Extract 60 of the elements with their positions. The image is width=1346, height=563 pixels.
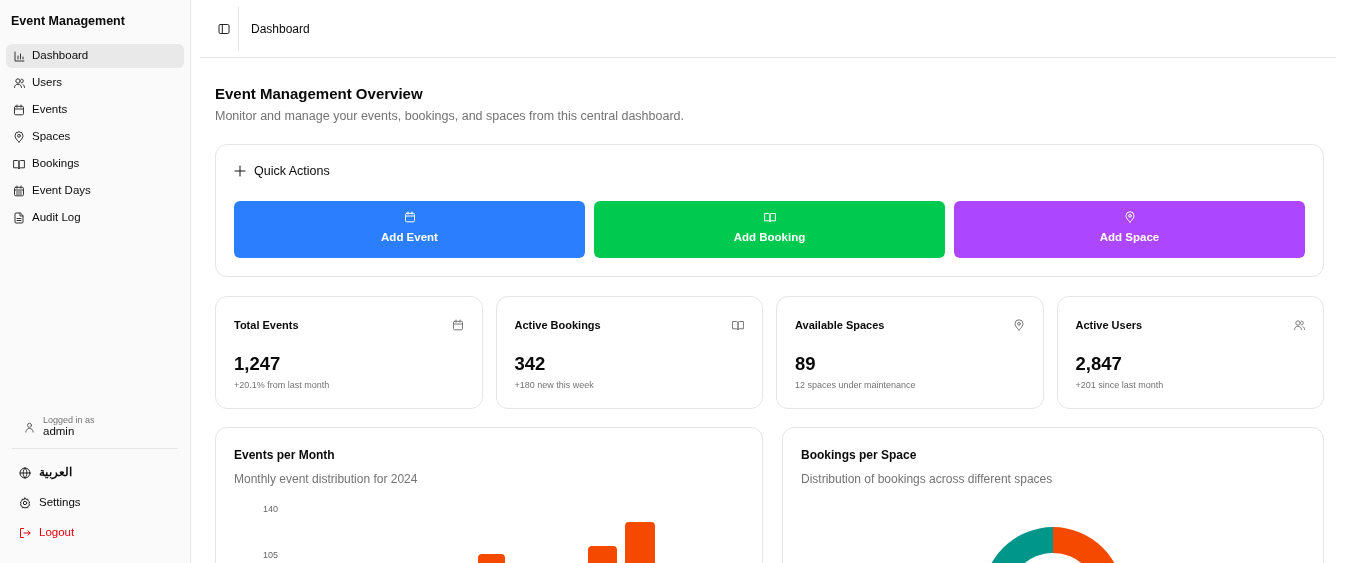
language-button[interactable]: العربية [6,463,184,483]
sidebar-item[interactable]: Event Days [6,178,184,203]
settings-button[interactable]: Settings [6,493,184,513]
stat-value: 2,847 [1075,355,1123,374]
stat-value: 1,247 [234,355,282,374]
logout-button[interactable]: Logout [6,523,184,543]
bar-chart-icon [13,49,25,62]
axis-tick-label: 105 [262,549,278,560]
plus-icon [234,165,246,178]
card-title: Quick Actions [254,162,330,180]
sidebar-item[interactable]: Bookings [6,151,184,176]
chart-bar [478,553,505,563]
chart-bar [588,545,617,563]
breadcrumb: Dashboard [251,20,310,38]
chart-bar [625,521,655,563]
calendar-icon [13,184,25,197]
stat-note: +20.1% from last month [234,378,331,392]
page-subtitle: Monitor and manage your events, bookings, and spaces from this central dashboard. [215,108,686,125]
app-title: Event Management [10,13,126,30]
chart-subtitle: Monthly event distribution for 2024 [234,470,419,488]
username: admin [43,425,76,438]
sidebar-item[interactable]: Audit Log [6,205,184,230]
stat-title: Total Events [234,317,299,333]
calendar-icon [13,103,25,116]
globe-icon [19,467,31,479]
book-icon [13,157,25,170]
calendar-icon [451,318,464,331]
stat-note: +180 new this week [514,378,595,392]
sidebar-item[interactable]: Dashboard [6,43,184,68]
sidebar-item[interactable]: Spaces [6,124,184,149]
quick-action-button[interactable]: Add Space [954,200,1305,258]
axis-tick-label: 140 [262,503,278,514]
quick-action-button[interactable]: Add Event [234,200,585,258]
logout-icon [19,527,31,539]
users-icon [13,76,25,89]
stat-note: +201 since last month [1075,378,1165,392]
map-pin-icon [1123,211,1136,224]
settings-icon [19,497,31,509]
book-icon [763,211,776,224]
stat-value: 342 [514,355,547,374]
calendar-icon [403,211,416,224]
stat-title: Available Spaces [795,317,885,333]
stat-note: 12 spaces under maintenance [795,378,917,392]
chart-subtitle: Distribution of bookings across different spaces [801,470,1054,488]
sidebar-item[interactable]: Events [6,97,184,122]
map-pin-icon [1012,318,1025,331]
stat-value: 89 [795,355,817,374]
chart-title: Events per Month [234,446,336,464]
stat-title: Active Users [1075,317,1143,333]
chart-title: Bookings per Space [801,446,918,464]
logged-in-caption: Logged in as [43,416,95,426]
sidebar-toggle-icon [217,22,230,35]
stat-title: Active Bookings [514,317,601,333]
users-icon [1293,318,1305,331]
user-icon [24,421,35,433]
sidebar-item[interactable]: Users [6,70,184,95]
map-pin-icon [13,130,25,143]
document-icon [13,211,25,224]
page-title: Event Management Overview [215,85,424,103]
book-icon [732,318,744,331]
